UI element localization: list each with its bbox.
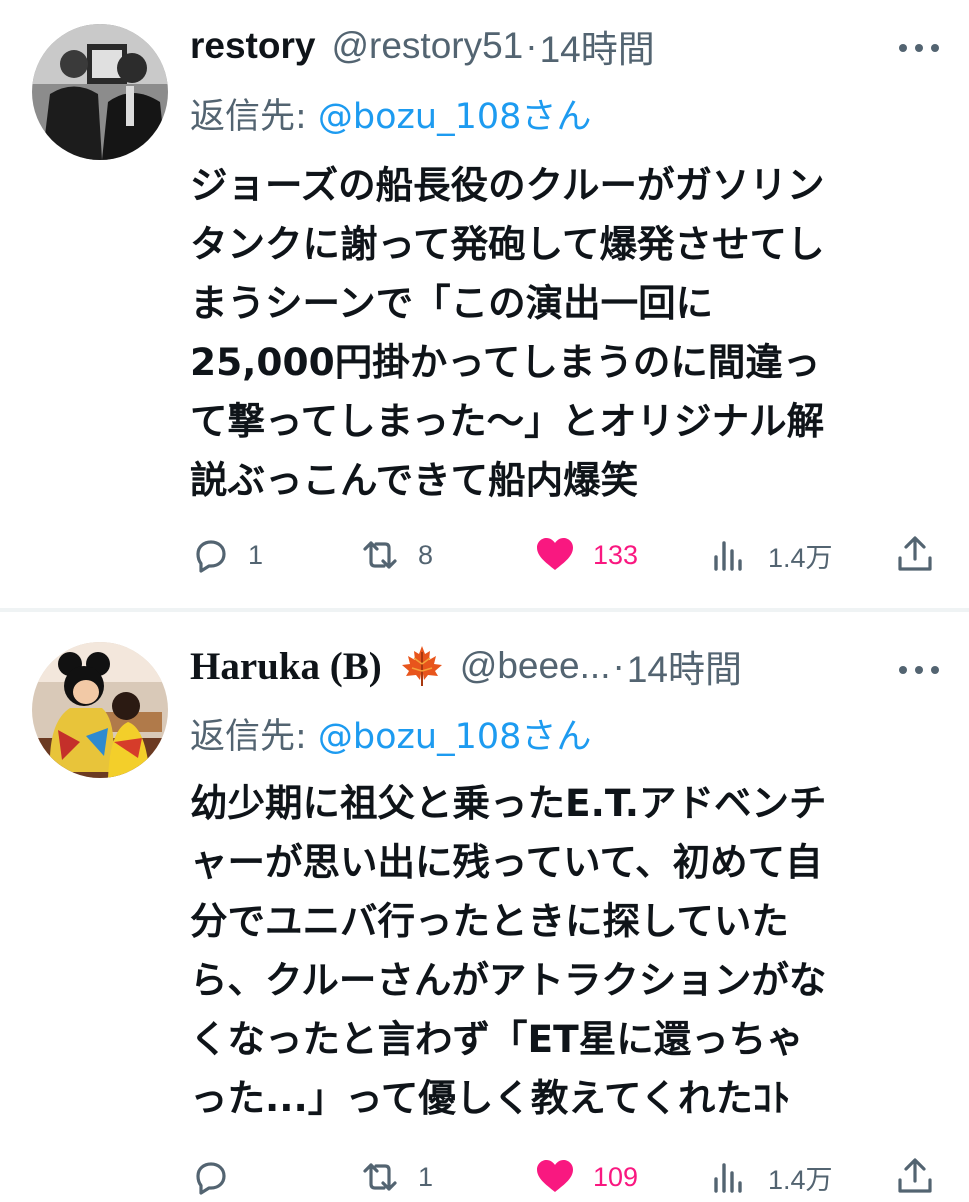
tweet-text: 幼少期に祖父と乗ったE.T.アドベンチ ャーが思い出に残っていて、初めて自 分で… bbox=[190, 774, 935, 1128]
tweet-text-line: くなったと言わず「ET星に還っちゃ bbox=[190, 1017, 804, 1061]
display-name[interactable]: Haruka (B) bbox=[190, 644, 382, 689]
maple-leaf-icon bbox=[400, 644, 444, 688]
tweet-text-line: 25,000円掛かってしまうのに間違っ bbox=[190, 340, 821, 384]
tweet-text-line: 説ぶっこんできて船内爆笑 bbox=[190, 458, 639, 502]
retweet-count: 1 bbox=[418, 1161, 434, 1192]
retweet-button[interactable]: 8 bbox=[360, 530, 433, 580]
reply-count: 1 bbox=[248, 539, 264, 570]
like-button[interactable]: 109 bbox=[535, 1152, 638, 1202]
reply-mention-link[interactable]: @bozu_108さん bbox=[318, 97, 592, 137]
like-count: 133 bbox=[593, 539, 639, 570]
avatar-image bbox=[32, 642, 168, 778]
view-count: 1.4万 bbox=[768, 1164, 833, 1195]
views-button[interactable]: 1.4万 bbox=[710, 1152, 833, 1202]
heart-icon bbox=[537, 1160, 573, 1192]
avatar[interactable] bbox=[32, 24, 168, 160]
reply-mention-link[interactable]: @bozu_108さん bbox=[318, 717, 592, 757]
reply-button[interactable]: 1 bbox=[190, 530, 263, 580]
share-icon bbox=[898, 536, 932, 571]
share-button[interactable] bbox=[895, 1152, 935, 1202]
like-button[interactable]: 133 bbox=[535, 530, 638, 580]
reply-prefix: 返信先: bbox=[190, 97, 318, 137]
action-bar: 1 8 133 1.4万 bbox=[190, 530, 940, 580]
reply-context: 返信先: @bozu_108さん bbox=[190, 88, 591, 139]
retweet-icon bbox=[363, 541, 397, 569]
retweet-icon bbox=[363, 1163, 397, 1191]
view-count: 1.4万 bbox=[768, 542, 833, 573]
tweet-text-line: ジョーズの船長役のクルーがガソリン bbox=[190, 163, 825, 207]
tweet-text-line: て撃ってしまった〜」とオリジナル解 bbox=[190, 399, 825, 443]
tweet-text-line: った...」って優しく教えてくれたｺﾄ bbox=[190, 1076, 791, 1120]
retweet-button[interactable]: 1 bbox=[360, 1152, 433, 1202]
timestamp[interactable]: 14時間 bbox=[627, 639, 742, 693]
views-button[interactable]: 1.4万 bbox=[710, 530, 833, 580]
reply-icon bbox=[196, 1162, 226, 1195]
share-icon bbox=[898, 1158, 932, 1193]
display-name[interactable]: restory bbox=[190, 25, 315, 67]
more-options-icon[interactable] bbox=[899, 38, 939, 58]
tweet-text-line: タンクに謝って発砲して爆発させてし bbox=[190, 222, 825, 266]
reply-context: 返信先: @bozu_108さん bbox=[190, 708, 591, 759]
avatar-image bbox=[32, 24, 168, 160]
share-button[interactable] bbox=[895, 530, 935, 580]
tweet-header: restory @restory51 · 14時間 bbox=[190, 18, 655, 74]
tweet-text-line: 分でユニバ行ったときに探していた bbox=[190, 899, 789, 943]
separator: · bbox=[612, 645, 625, 686]
reply-button[interactable] bbox=[190, 1152, 248, 1202]
more-options-icon[interactable] bbox=[899, 660, 939, 680]
tweet-text-line: ャーが思い出に残っていて、初めて自 bbox=[190, 840, 823, 884]
user-handle[interactable]: @restory51 bbox=[331, 25, 523, 67]
tweet-text-line: まうシーンで「この演出一回に bbox=[190, 281, 714, 325]
like-count: 109 bbox=[593, 1161, 639, 1192]
reply-icon bbox=[196, 540, 226, 573]
tweet-text-line: ら、クルーさんがアトラクションがな bbox=[190, 958, 827, 1002]
tweet-text: ジョーズの船長役のクルーがガソリン タンクに謝って発砲して爆発させてし まうシー… bbox=[190, 156, 935, 510]
tweet[interactable]: Haruka (B) @beee... · 14時間 返信先: @bozu_10… bbox=[0, 612, 969, 1200]
views-chart-icon bbox=[714, 1163, 742, 1193]
action-bar: 1 109 1.4万 bbox=[190, 1152, 940, 1202]
reply-prefix: 返信先: bbox=[190, 717, 318, 757]
timestamp[interactable]: 14時間 bbox=[540, 19, 655, 73]
tweet[interactable]: restory @restory51 · 14時間 返信先: @bozu_108… bbox=[0, 0, 969, 608]
avatar[interactable] bbox=[32, 642, 168, 778]
tweet-header: Haruka (B) @beee... · 14時間 bbox=[190, 638, 742, 694]
tweet-text-line: 幼少期に祖父と乗ったE.T.アドベンチ bbox=[190, 781, 827, 825]
views-chart-icon bbox=[714, 541, 742, 571]
separator: · bbox=[525, 25, 538, 66]
retweet-count: 8 bbox=[418, 539, 434, 570]
user-handle[interactable]: @beee... bbox=[460, 645, 611, 687]
heart-icon bbox=[537, 538, 573, 570]
